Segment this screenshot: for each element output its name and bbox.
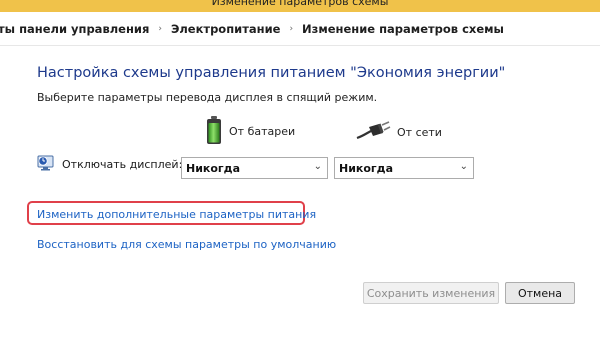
breadcrumb-item-power-options[interactable]: Электропитание <box>171 22 281 36</box>
display-off-plugged-select[interactable]: Никогда ⌄ <box>334 157 474 179</box>
display-off-battery-select[interactable]: Никогда ⌄ <box>181 157 328 179</box>
chevron-down-icon: ⌄ <box>459 161 468 172</box>
restore-defaults-link[interactable]: Восстановить для схемы параметры по умол… <box>37 238 336 251</box>
breadcrumb: ты панели управления › Электропитание › … <box>0 12 600 46</box>
page-title: Настройка схемы управления питанием "Эко… <box>37 65 506 81</box>
save-changes-button[interactable]: Сохранить изменения <box>363 282 499 304</box>
column-header-plugged: От сети <box>355 121 442 144</box>
window: Изменение параметров схемы ты панели упр… <box>0 0 600 349</box>
column-label-battery: От батареи <box>229 125 296 138</box>
breadcrumb-separator-icon: › <box>289 23 294 34</box>
breadcrumb-separator-icon: › <box>158 23 162 34</box>
display-off-setting: Отключать дисплей: <box>37 155 182 174</box>
advanced-settings-link[interactable]: Изменить дополнительные параметры питани… <box>37 208 316 221</box>
display-timer-icon <box>37 155 55 174</box>
breadcrumb-item-control-panel[interactable]: ты панели управления <box>0 22 149 36</box>
display-off-label: Отключать дисплей: <box>62 158 183 171</box>
breadcrumb-item-edit-plan[interactable]: Изменение параметров схемы <box>302 22 504 36</box>
battery-icon <box>205 115 223 148</box>
window-title: Изменение параметров схемы <box>211 0 389 8</box>
display-off-plugged-value: Никогда <box>339 161 393 175</box>
page-subtitle: Выберите параметры перевода дисплея в сп… <box>37 91 378 104</box>
display-off-battery-value: Никогда <box>186 161 240 175</box>
cancel-button[interactable]: Отмена <box>505 282 575 304</box>
column-label-plugged: От сети <box>397 126 442 139</box>
chevron-down-icon: ⌄ <box>313 161 322 172</box>
main-content: Настройка схемы управления питанием "Эко… <box>27 45 600 349</box>
title-bar[interactable]: Изменение параметров схемы <box>0 0 600 12</box>
column-header-battery: От батареи <box>205 115 295 148</box>
power-plug-icon <box>355 121 391 144</box>
